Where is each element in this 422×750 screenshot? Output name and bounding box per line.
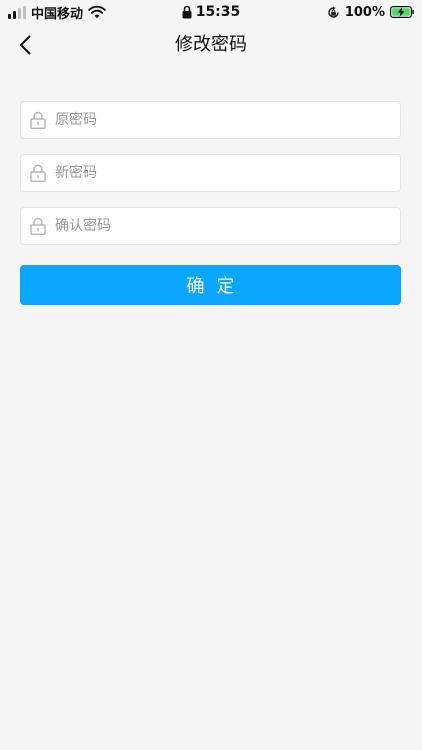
page-title: 修改密码 (175, 34, 247, 55)
change-password-form (20, 101, 401, 260)
status-bar: 中国移动 15:35 100% (0, 0, 422, 24)
status-time: 15:35 (195, 4, 241, 20)
old-password-field[interactable] (20, 101, 401, 139)
old-password-input[interactable] (55, 105, 375, 135)
new-password-input[interactable] (55, 158, 375, 188)
lock-icon (30, 164, 46, 182)
lock-icon (30, 217, 46, 235)
nav-bar: 修改密码 (0, 24, 422, 66)
confirm-password-field[interactable] (20, 207, 401, 245)
lock-icon (182, 5, 192, 19)
status-right: 100% (327, 3, 414, 21)
battery-charging-icon (390, 6, 414, 18)
new-password-field[interactable] (20, 154, 401, 192)
rotation-lock-icon (328, 5, 339, 18)
confirm-button[interactable]: 确定 (20, 265, 401, 305)
lock-icon (30, 111, 46, 129)
confirm-password-input[interactable] (55, 211, 375, 241)
battery-percent: 100% (344, 4, 385, 20)
